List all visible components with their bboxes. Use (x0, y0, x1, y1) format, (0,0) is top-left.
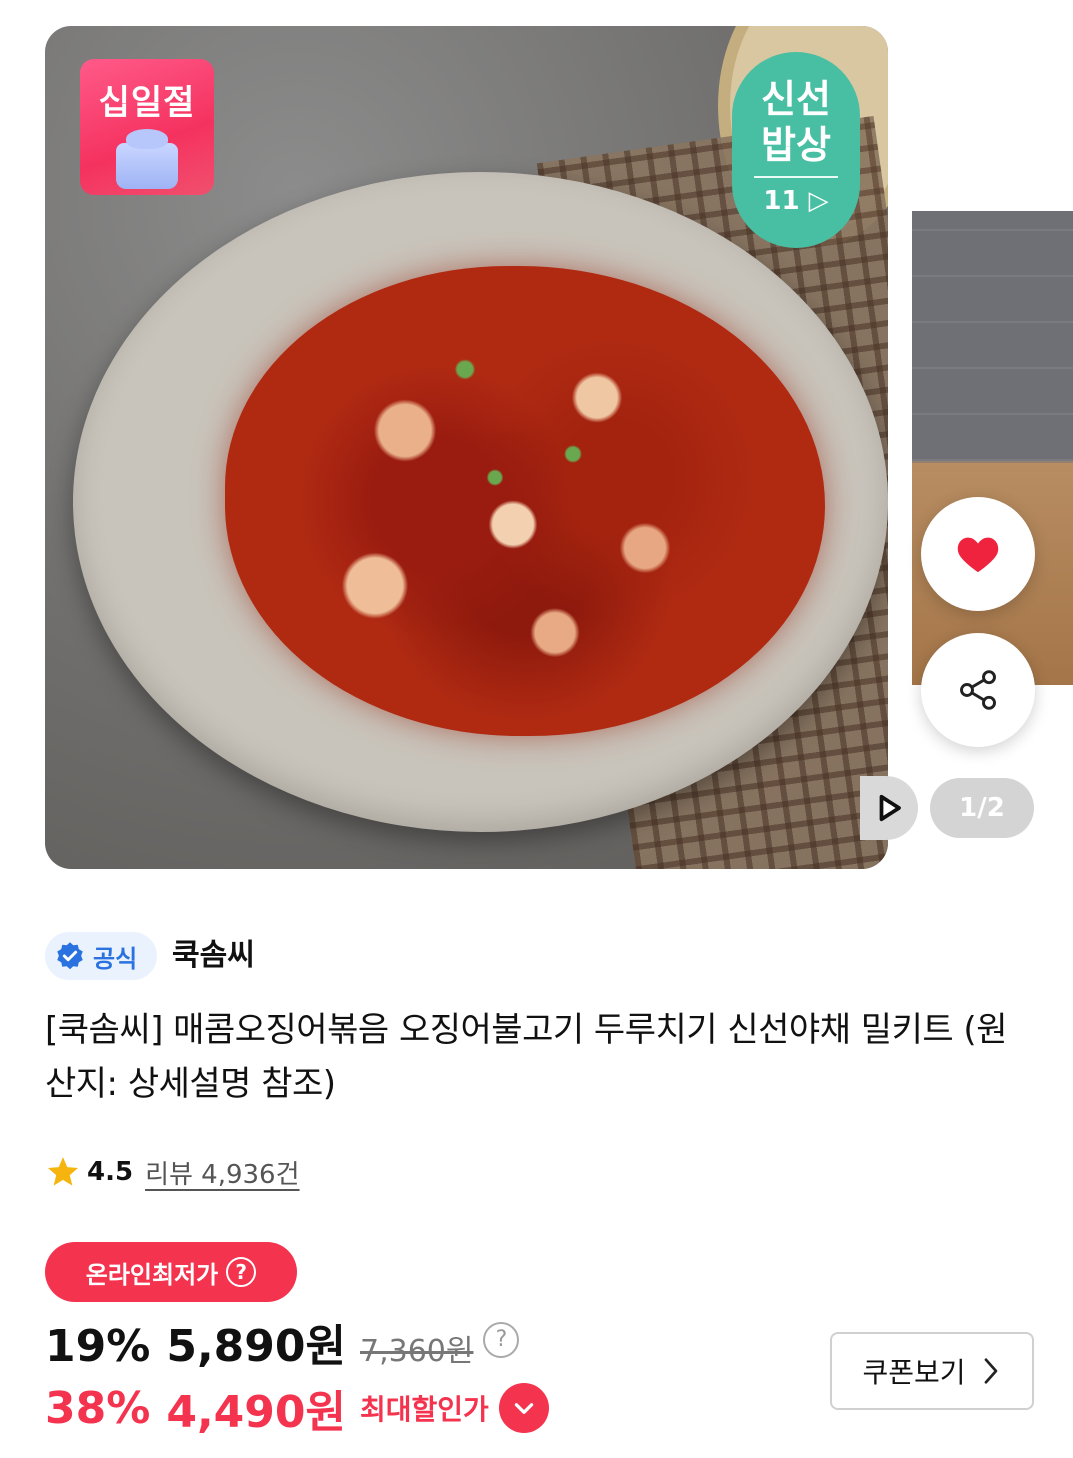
product-title: [쿡솜씨] 매콤오징어볶음 오징어불고기 두루치기 신선야채 밀키트 (원산지:… (45, 1010, 1007, 1104)
max-price-label: 최대할인가 (359, 1393, 489, 1426)
fresh-badge-line1: 신선 (761, 77, 831, 121)
discount-rate: 19% (45, 1321, 151, 1372)
chevron-down-icon (514, 1403, 534, 1414)
fresh-badge-divider (754, 176, 838, 178)
max-discount-price: 4,490원 (166, 1387, 346, 1438)
fresh-badge-line2: 밥상 (761, 123, 831, 167)
price-row: 19% 5,890원 7,360원 ? (45, 1310, 520, 1372)
lowest-price-label: 온라인최저가 (85, 1260, 219, 1289)
share-button[interactable] (921, 633, 1035, 747)
page-indicator: 1/2 (930, 778, 1034, 838)
star-icon (47, 1157, 79, 1186)
question-icon: ? (226, 1257, 257, 1287)
max-price-expand-button[interactable] (498, 1383, 549, 1433)
official-store-badge: 공식 (45, 932, 157, 980)
review-count-link[interactable]: 리뷰 4,936건 (145, 1154, 299, 1191)
question-icon[interactable]: ? (483, 1322, 520, 1358)
rating-row: 4.5 리뷰 4,936건 (45, 1150, 300, 1194)
coupon-view-button[interactable]: 쿠폰보기 (830, 1332, 1034, 1410)
rating-value: 4.5 (87, 1157, 134, 1187)
verified-check-icon (57, 942, 83, 970)
seller-name[interactable]: 쿡솜씨 (172, 932, 255, 980)
next-image-wall (912, 211, 1073, 461)
fresh-badge-number: 11 ▷ (763, 186, 829, 216)
max-price-row: 38% 4,490원 최대할인가 (45, 1378, 549, 1438)
spicy-squid-dish (225, 266, 825, 736)
video-play-button[interactable] (860, 776, 918, 840)
play-icon (879, 794, 901, 822)
share-icon (960, 670, 996, 710)
sale-price: 5,890원 (166, 1321, 346, 1372)
lowest-price-badge[interactable]: 온라인최저가 ? (45, 1242, 297, 1302)
wish-button[interactable] (921, 497, 1035, 611)
event-badge-label: 십일절 (98, 83, 196, 123)
coupon-button-label: 쿠폰보기 (862, 1356, 966, 1389)
fresh-table-badge: 신선 밥상 11 ▷ (732, 52, 860, 248)
heart-icon (957, 537, 999, 573)
event-badge: 십일절 (80, 59, 214, 195)
official-label: 공식 (93, 944, 138, 973)
original-price: 7,360원 (359, 1334, 474, 1369)
gift-icon (116, 129, 178, 189)
next-product-image[interactable] (912, 211, 1073, 685)
chevron-right-icon (984, 1358, 997, 1384)
max-discount-rate: 38% (45, 1382, 151, 1434)
